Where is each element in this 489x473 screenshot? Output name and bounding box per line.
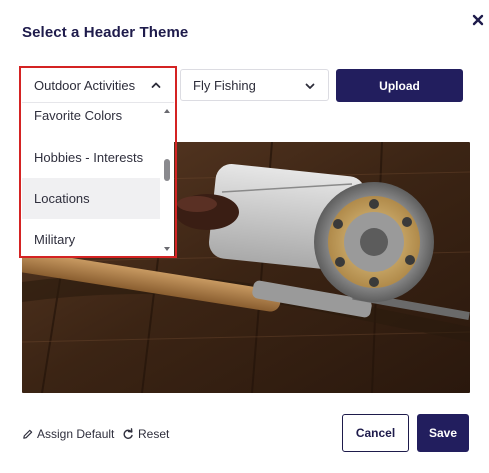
dropdown-option[interactable]: Hobbies - Interests: [22, 137, 160, 178]
subcategory-select-value: Fly Fishing: [193, 77, 256, 93]
close-icon: [472, 14, 484, 26]
subcategory-select[interactable]: Fly Fishing: [180, 69, 329, 101]
pencil-icon: [23, 429, 33, 439]
close-button[interactable]: [466, 8, 489, 32]
dialog-title: Select a Header Theme: [22, 24, 189, 41]
cancel-button[interactable]: Cancel: [342, 414, 409, 452]
assign-default-label: Assign Default: [37, 427, 115, 441]
category-select[interactable]: Outdoor Activities: [22, 69, 174, 101]
category-select-value: Outdoor Activities: [34, 77, 136, 93]
save-button[interactable]: Save: [417, 414, 469, 452]
dropdown-option[interactable]: Locations: [22, 178, 160, 219]
reset-label: Reset: [138, 427, 170, 441]
upload-button[interactable]: Upload: [336, 69, 463, 102]
assign-default-link[interactable]: Assign Default: [22, 425, 114, 443]
scroll-up-arrow-icon[interactable]: [163, 107, 171, 115]
dropdown-option[interactable]: Favorite Colors: [22, 103, 160, 136]
reset-link[interactable]: Reset: [122, 425, 169, 443]
scroll-down-arrow-icon[interactable]: [163, 245, 171, 253]
reset-icon: [123, 428, 133, 439]
chevron-down-icon: [305, 83, 315, 89]
dropdown-option[interactable]: Military: [22, 219, 160, 256]
category-dropdown-list: Favorite Colors Hobbies - Interests Loca…: [22, 102, 174, 256]
scrollbar-thumb[interactable]: [164, 159, 170, 181]
chevron-up-icon: [151, 82, 161, 88]
header-theme-dialog: Select a Header Theme Outdoor Activities…: [0, 0, 489, 473]
dropdown-scrollbar[interactable]: [162, 103, 172, 256]
